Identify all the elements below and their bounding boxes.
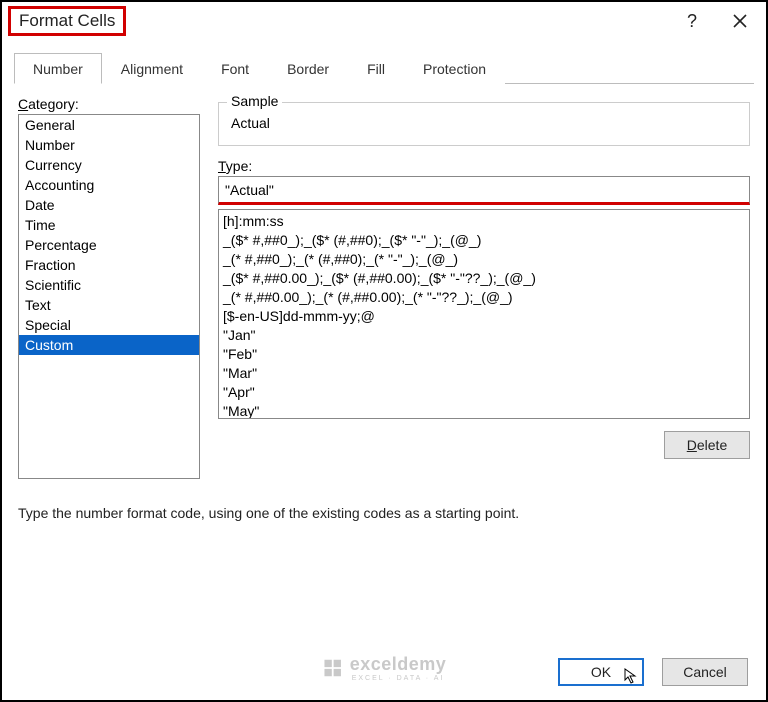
category-item-selected[interactable]: Custom xyxy=(19,335,199,355)
tab-protection[interactable]: Protection xyxy=(404,53,505,84)
format-item[interactable]: [$-en-US]dd-mmm-yy;@ xyxy=(223,307,745,326)
format-item[interactable]: [h]:mm:ss xyxy=(223,212,745,231)
format-item[interactable]: "Feb" xyxy=(223,345,745,364)
category-item[interactable]: Accounting xyxy=(19,175,199,195)
titlebar: Format Cells ? xyxy=(2,2,766,40)
watermark: exceldemy EXCEL · DATA · AI xyxy=(322,654,447,682)
category-item[interactable]: Time xyxy=(19,215,199,235)
category-item[interactable]: Currency xyxy=(19,155,199,175)
watermark-icon xyxy=(322,657,344,679)
format-item[interactable]: "Apr" xyxy=(223,383,745,402)
cancel-button[interactable]: Cancel xyxy=(662,658,748,686)
sample-legend: Sample xyxy=(227,93,282,109)
category-item[interactable]: Fraction xyxy=(19,255,199,275)
category-item[interactable]: Text xyxy=(19,295,199,315)
tab-number[interactable]: Number xyxy=(14,53,102,84)
cursor-icon xyxy=(624,668,640,684)
format-item[interactable]: "May" xyxy=(223,402,745,419)
category-item[interactable]: Date xyxy=(19,195,199,215)
type-input[interactable] xyxy=(218,176,750,205)
type-label: Type: xyxy=(218,158,750,174)
help-button[interactable]: ? xyxy=(672,7,712,35)
category-item[interactable]: Scientific xyxy=(19,275,199,295)
close-icon xyxy=(733,14,747,28)
dialog-footer: exceldemy EXCEL · DATA · AI OK Cancel xyxy=(2,648,766,700)
tab-font[interactable]: Font xyxy=(202,53,268,84)
category-item[interactable]: Special xyxy=(19,315,199,335)
format-item[interactable]: _(* #,##0.00_);_(* (#,##0.00);_(* "-"??_… xyxy=(223,288,745,307)
close-button[interactable] xyxy=(720,7,760,35)
sample-value: Actual xyxy=(229,115,739,131)
watermark-sub: EXCEL · DATA · AI xyxy=(350,675,447,682)
category-listbox[interactable]: General Number Currency Accounting Date … xyxy=(18,114,200,479)
tab-fill[interactable]: Fill xyxy=(348,53,404,84)
format-item[interactable]: "Jan" xyxy=(223,326,745,345)
watermark-text: exceldemy xyxy=(350,654,447,674)
category-label: Category: xyxy=(18,96,79,112)
format-code-listbox[interactable]: [h]:mm:ss _($* #,##0_);_($* (#,##0);_($*… xyxy=(218,209,750,419)
tab-content: Category: General Number Currency Accoun… xyxy=(2,84,766,648)
category-item[interactable]: General xyxy=(19,115,199,135)
format-item[interactable]: _(* #,##0_);_(* (#,##0);_(* "-"_);_(@_) xyxy=(223,250,745,269)
tab-border[interactable]: Border xyxy=(268,53,348,84)
category-item[interactable]: Number xyxy=(19,135,199,155)
title-controls: ? xyxy=(672,7,760,35)
hint-text: Type the number format code, using one o… xyxy=(18,505,750,521)
format-item[interactable]: _($* #,##0_);_($* (#,##0);_($* "-"_);_(@… xyxy=(223,231,745,250)
tab-alignment[interactable]: Alignment xyxy=(102,53,202,84)
format-item[interactable]: "Mar" xyxy=(223,364,745,383)
sample-group: Sample Actual xyxy=(218,102,750,146)
format-cells-dialog: Format Cells ? Number Alignment Font Bor… xyxy=(0,0,768,702)
delete-button[interactable]: Delete xyxy=(664,431,750,459)
ok-button[interactable]: OK xyxy=(558,658,644,686)
format-item[interactable]: _($* #,##0.00_);_($* (#,##0.00);_($* "-"… xyxy=(223,269,745,288)
category-item[interactable]: Percentage xyxy=(19,235,199,255)
dialog-title: Format Cells xyxy=(8,6,126,36)
tab-bar: Number Alignment Font Border Fill Protec… xyxy=(14,52,754,83)
